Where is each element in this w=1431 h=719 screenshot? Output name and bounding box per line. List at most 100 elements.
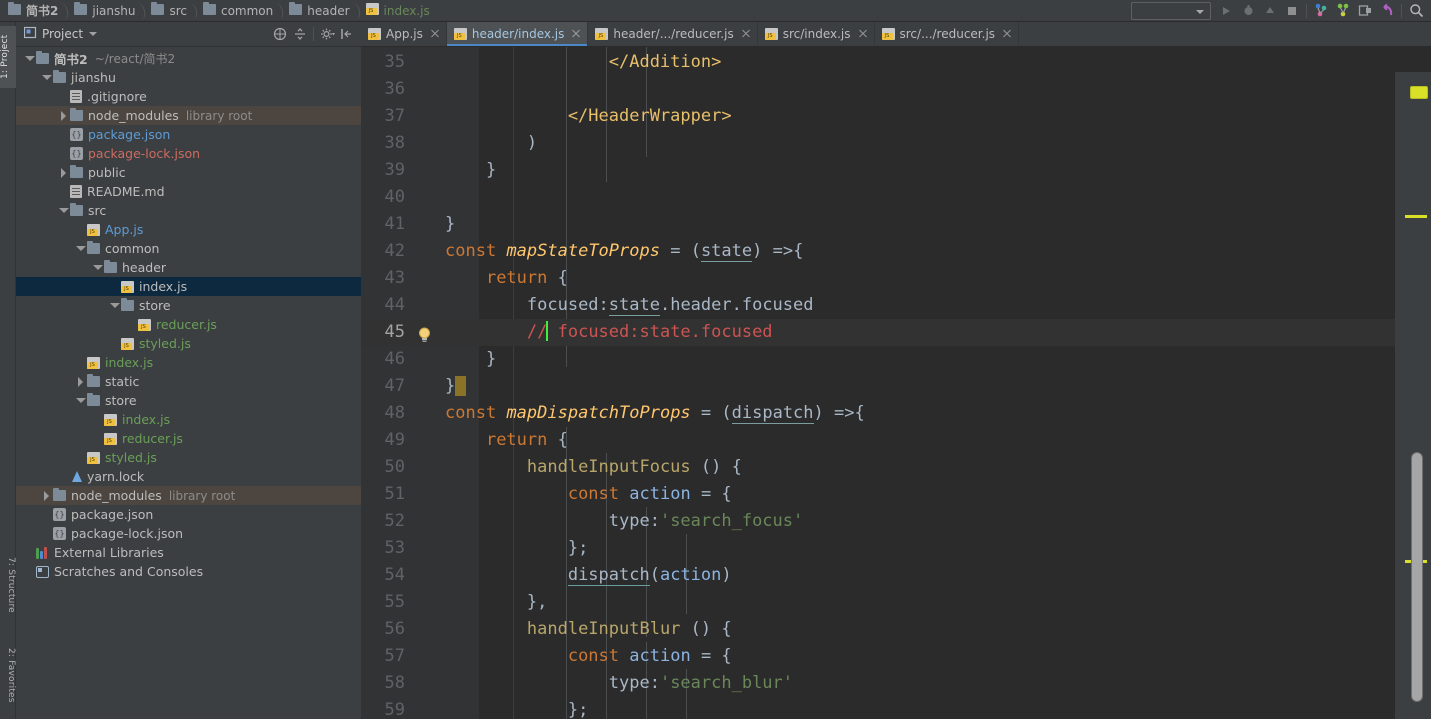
editor-scrollbar-thumb[interactable] <box>1411 452 1423 702</box>
close-icon[interactable] <box>858 29 868 39</box>
tree-row[interactable]: .gitignore <box>16 87 361 106</box>
tool-window-tab-favorites[interactable]: 2: Favorites <box>0 635 16 715</box>
run-with-coverage-button[interactable] <box>1259 1 1281 21</box>
select-opened-file-icon[interactable] <box>270 24 290 44</box>
code-line-39[interactable]: 39 } <box>361 157 1431 184</box>
tree-row[interactable]: package-lock.json <box>16 144 361 163</box>
code-editor[interactable]: 35 </Addition> 36 37 </HeaderWrapper> 38 ) 3… <box>361 47 1431 719</box>
tree-row[interactable]: README.md <box>16 182 361 201</box>
code-line-57[interactable]: 57 const action = { <box>361 643 1431 670</box>
code-line-43[interactable]: 43 return { <box>361 265 1431 292</box>
code-line-51[interactable]: 51 const action = { <box>361 481 1431 508</box>
code-line-46[interactable]: 46 } <box>361 346 1431 373</box>
code-line-58[interactable]: 58 type:'search_blur' <box>361 670 1431 697</box>
project-tree[interactable]: 简书2 ~/react/简书2 jianshu .gitignore node_modu… <box>16 47 361 719</box>
breadcrumb-item-src[interactable]: src <box>147 0 199 22</box>
tree-row[interactable]: index.js <box>16 353 361 372</box>
tree-row[interactable]: Scratches and Consoles <box>16 562 361 581</box>
tree-collapse-arrow-icon[interactable] <box>41 68 53 87</box>
tree-collapse-arrow-icon[interactable] <box>24 49 36 68</box>
breadcrumb-item-简书2[interactable]: 简书2 <box>4 0 70 22</box>
editor-tab-src-reducer-js[interactable]: src/.../reducer.js <box>875 22 1020 46</box>
tree-expand-arrow-icon[interactable] <box>75 372 87 391</box>
tree-expand-arrow-icon[interactable] <box>41 486 53 505</box>
close-icon[interactable] <box>430 29 440 39</box>
tree-row[interactable]: 简书2 ~/react/简书2 <box>16 49 361 68</box>
editor-tab-src-index-js[interactable]: src/index.js <box>758 22 875 46</box>
editor-tab-header-index-js[interactable]: header/index.js <box>446 22 589 46</box>
tree-row[interactable]: store <box>16 391 361 410</box>
code-line-53[interactable]: 53 }; <box>361 535 1431 562</box>
tree-row[interactable]: index.js <box>16 410 361 429</box>
tree-row[interactable]: package.json <box>16 505 361 524</box>
tree-row[interactable]: static <box>16 372 361 391</box>
close-icon[interactable] <box>741 29 751 39</box>
warning-marker[interactable] <box>1405 215 1427 218</box>
breadcrumb-item-jianshu[interactable]: jianshu <box>70 0 147 22</box>
breadcrumb-item-common[interactable]: common <box>199 0 285 22</box>
search-everywhere-button[interactable] <box>1405 1 1427 21</box>
tree-row[interactable]: common <box>16 239 361 258</box>
code-line-45[interactable]: 45 // focused:state.focused <box>361 319 1431 346</box>
code-line-41[interactable]: 41} <box>361 211 1431 238</box>
git-push-button[interactable] <box>1354 1 1376 21</box>
close-icon[interactable] <box>571 29 581 39</box>
run-button[interactable] <box>1215 1 1237 21</box>
code-line-38[interactable]: 38 ) <box>361 130 1431 157</box>
tree-row[interactable]: App.js <box>16 220 361 239</box>
code-line-44[interactable]: 44 focused:state.header.focused <box>361 292 1431 319</box>
tree-row[interactable]: reducer.js <box>16 429 361 448</box>
chevron-down-icon[interactable] <box>89 32 98 36</box>
code-line-50[interactable]: 50 handleInputFocus () { <box>361 454 1431 481</box>
tool-window-tab-structure[interactable]: 7: Structure <box>0 547 16 623</box>
tree-row[interactable]: header <box>16 258 361 277</box>
collapse-all-icon[interactable] <box>290 24 310 44</box>
code-line-35[interactable]: 35 </Addition> <box>361 49 1431 76</box>
breadcrumb-item-header[interactable]: header <box>285 0 361 22</box>
tree-collapse-arrow-icon[interactable] <box>75 239 87 258</box>
code-line-37[interactable]: 37 </HeaderWrapper> <box>361 103 1431 130</box>
tool-window-tab-project[interactable]: 1: Project <box>0 26 16 88</box>
lightbulb-icon[interactable] <box>417 325 432 342</box>
code-line-40[interactable]: 40 <box>361 184 1431 211</box>
tree-row[interactable]: jianshu <box>16 68 361 87</box>
tree-collapse-arrow-icon[interactable] <box>109 296 121 315</box>
tree-row[interactable]: package-lock.json <box>16 524 361 543</box>
code-line-36[interactable]: 36 <box>361 76 1431 103</box>
code-line-42[interactable]: 42 const mapStateToProps = (state) =>{ <box>361 238 1431 265</box>
tree-row[interactable]: External Libraries <box>16 543 361 562</box>
tree-row[interactable]: styled.js <box>16 448 361 467</box>
tree-row[interactable]: styled.js <box>16 334 361 353</box>
code-line-49[interactable]: 49 return { <box>361 427 1431 454</box>
git-commit-button[interactable] <box>1332 1 1354 21</box>
tree-row[interactable]: yarn.lock <box>16 467 361 486</box>
tree-row[interactable]: package.json <box>16 125 361 144</box>
tree-row[interactable]: public <box>16 163 361 182</box>
tree-expand-arrow-icon[interactable] <box>58 106 70 125</box>
tree-row[interactable]: index.js <box>16 277 361 296</box>
tree-row[interactable]: src <box>16 201 361 220</box>
gear-icon[interactable] <box>317 24 337 44</box>
code-line-47[interactable]: 47} <box>361 373 1431 400</box>
close-icon[interactable] <box>1002 29 1012 39</box>
tree-collapse-arrow-icon[interactable] <box>58 201 70 220</box>
tree-row[interactable]: node_modules library root <box>16 106 361 125</box>
tree-collapse-arrow-icon[interactable] <box>75 391 87 410</box>
inspection-status-badge[interactable] <box>1410 86 1428 99</box>
hide-panel-icon[interactable] <box>337 24 357 44</box>
stop-button[interactable] <box>1281 1 1303 21</box>
tree-collapse-arrow-icon[interactable] <box>92 258 104 277</box>
code-line-52[interactable]: 52 type:'search_focus' <box>361 508 1431 535</box>
editor-tab-header-reducer-js[interactable]: header/.../reducer.js <box>588 22 758 46</box>
tree-row[interactable]: node_modules library root <box>16 486 361 505</box>
debug-button[interactable] <box>1237 1 1259 21</box>
marker-bar[interactable] <box>1395 72 1431 719</box>
git-update-button[interactable] <box>1310 1 1332 21</box>
code-line-54[interactable]: 54 dispatch(action) <box>361 562 1431 589</box>
code-line-55[interactable]: 55 }, <box>361 589 1431 616</box>
editor-tab-app-js[interactable]: App.js <box>361 22 447 46</box>
tree-expand-arrow-icon[interactable] <box>58 163 70 182</box>
run-configuration-select[interactable] <box>1131 1 1211 20</box>
code-line-48[interactable]: 48 const mapDispatchToProps = (dispatch) … <box>361 400 1431 427</box>
breadcrumb-item-index.js[interactable]: index.js <box>362 0 442 22</box>
